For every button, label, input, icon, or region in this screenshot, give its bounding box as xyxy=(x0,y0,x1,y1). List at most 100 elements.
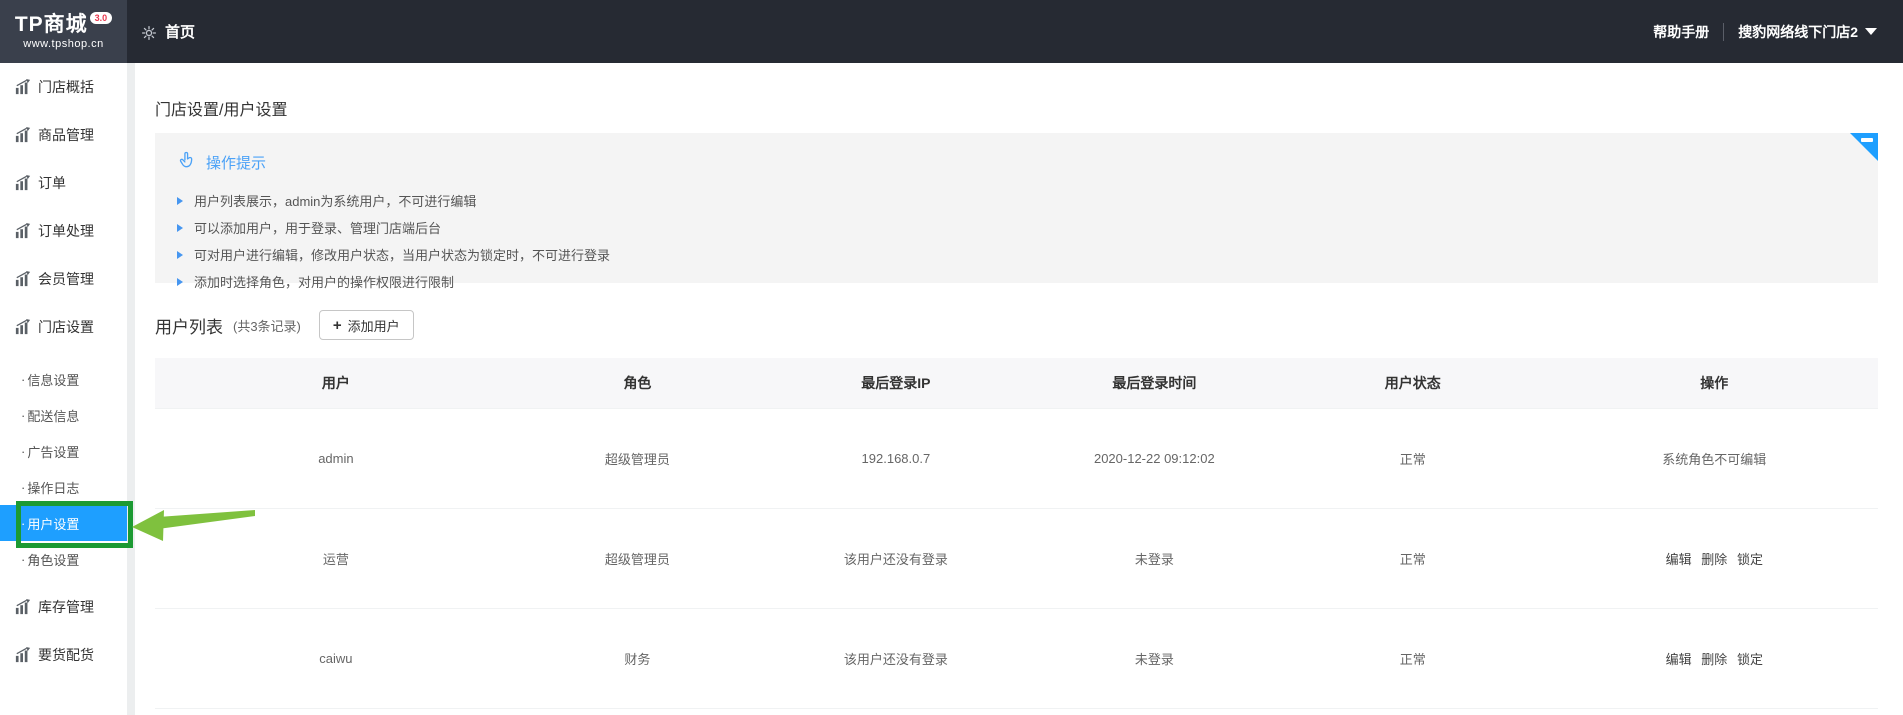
col-header-last-time: 最后登录时间 xyxy=(1033,358,1275,408)
sidebar-item-label: 配送信息 xyxy=(27,408,80,424)
sidebar-item-label: 订单 xyxy=(38,175,66,191)
triangle-bullet-icon xyxy=(177,250,183,259)
bullet-dot: · xyxy=(21,515,26,531)
tip-item: 添加时选择角色，对用户的操作权限进行限制 xyxy=(177,268,1878,295)
sidebar-item-store-overview[interactable]: 门店概括 xyxy=(0,63,127,111)
tip-item: 可以添加用户，用于登录、管理门店端后台 xyxy=(177,214,1878,241)
plus-icon: + xyxy=(332,316,342,334)
user-table: 用户 角色 最后登录IP 最后登录时间 用户状态 操作 admin 超级管理员 … xyxy=(155,358,1878,709)
sidebar-item-order-processing[interactable]: 订单处理 xyxy=(0,207,127,255)
sidebar-item-label: 门店设置 xyxy=(38,319,94,335)
store-name: 搜豹网络线下门店2 xyxy=(1738,23,1858,40)
sidebar: 门店概括 商品管理 订单 订单处理 会员管理 门店设置 · 信息设置 · 配送信… xyxy=(0,63,127,715)
app-window: TP商城 3.0 www.tpshop.cn 首页 帮助手册 搜豹网络线下门店2 xyxy=(0,0,1903,715)
sidebar-item-label: 门店概括 xyxy=(38,79,94,95)
sidebar-item-label: 库存管理 xyxy=(38,599,94,615)
sidebar-item-label: 信息设置 xyxy=(27,372,80,388)
chevron-down-icon xyxy=(1865,28,1877,35)
tip-item: 可对用户进行编辑，修改用户状态，当用户状态为锁定时，不可进行登录 xyxy=(177,241,1878,268)
cell-status: 正常 xyxy=(1274,407,1551,509)
table-row: admin 超级管理员 192.168.0.7 2020-12-22 09:12… xyxy=(155,407,1878,509)
gear-icon xyxy=(141,24,157,40)
chart-icon xyxy=(15,223,31,239)
navbar-divider xyxy=(1723,22,1725,41)
system-role-note: 系统角色不可编辑 xyxy=(1662,451,1767,467)
chart-icon xyxy=(15,79,31,95)
sidebar-item-operation-log[interactable]: · 操作日志 xyxy=(0,469,127,505)
sidebar-item-member-management[interactable]: 会员管理 xyxy=(0,255,127,303)
edit-link[interactable]: 编辑 xyxy=(1666,552,1692,567)
tip-text: 添加时选择角色，对用户的操作权限进行限制 xyxy=(194,275,455,290)
cell-last-time: 未登录 xyxy=(1033,607,1275,709)
sidebar-item-label: 角色设置 xyxy=(27,552,80,568)
sidebar-item-user-settings[interactable]: · 用户设置 xyxy=(0,505,127,541)
add-user-button[interactable]: + 添加用户 xyxy=(318,310,414,340)
cell-role: 超级管理员 xyxy=(516,407,759,509)
version-badge: 3.0 xyxy=(89,11,113,24)
cell-last-ip: 该用户还没有登录 xyxy=(758,607,1034,709)
sidebar-item-orders[interactable]: 订单 xyxy=(0,159,127,207)
sidebar-gutter xyxy=(127,63,135,715)
cell-user: 运营 xyxy=(155,507,517,609)
logo-title: TP商城 xyxy=(14,12,88,36)
sidebar-item-role-settings[interactable]: · 角色设置 xyxy=(0,541,127,577)
cell-role: 财务 xyxy=(516,607,759,709)
table-row: 运营 超级管理员 该用户还没有登录 未登录 正常 编辑 删除 锁定 xyxy=(155,507,1878,609)
tip-text: 用户列表展示，admin为系统用户，不可进行编辑 xyxy=(194,194,477,209)
cell-status: 正常 xyxy=(1274,507,1551,609)
sidebar-item-label: 广告设置 xyxy=(27,444,80,460)
sidebar-item-label: 会员管理 xyxy=(38,271,94,287)
home-nav-item[interactable]: 首页 xyxy=(141,21,195,42)
help-manual-link[interactable]: 帮助手册 xyxy=(1653,22,1709,42)
collapse-dash-icon[interactable] xyxy=(1861,138,1873,142)
top-navbar: TP商城 3.0 www.tpshop.cn 首页 帮助手册 搜豹网络线下门店2 xyxy=(0,0,1903,63)
lock-link[interactable]: 锁定 xyxy=(1737,652,1763,667)
triangle-bullet-icon xyxy=(177,196,183,205)
col-header-user: 用户 xyxy=(155,358,517,408)
sidebar-item-label: 订单处理 xyxy=(38,223,94,239)
logo[interactable]: TP商城 3.0 www.tpshop.cn xyxy=(0,0,127,63)
sidebar-item-label: 商品管理 xyxy=(38,127,94,143)
chart-icon xyxy=(15,647,31,663)
cell-last-ip: 该用户还没有登录 xyxy=(758,507,1034,609)
sidebar-item-goods-management[interactable]: 商品管理 xyxy=(0,111,127,159)
tip-text: 可以添加用户，用于登录、管理门店端后台 xyxy=(194,221,442,236)
add-user-label: 添加用户 xyxy=(347,318,400,334)
col-header-actions: 操作 xyxy=(1550,358,1878,408)
cell-user: admin xyxy=(155,407,517,509)
cell-status: 正常 xyxy=(1274,607,1551,709)
sidebar-item-goods-request[interactable]: 要货配货 xyxy=(0,631,127,679)
hand-pointer-icon xyxy=(177,150,197,174)
cell-role: 超级管理员 xyxy=(516,507,759,609)
bullet-dot: · xyxy=(21,479,26,495)
sidebar-item-store-settings[interactable]: 门店设置 xyxy=(0,303,127,351)
tip-item: 用户列表展示，admin为系统用户，不可进行编辑 xyxy=(177,187,1878,214)
sidebar-item-inventory-management[interactable]: 库存管理 xyxy=(0,583,127,631)
store-account-dropdown[interactable]: 搜豹网络线下门店2 xyxy=(1738,22,1877,42)
table-header-row: 用户 角色 最后登录IP 最后登录时间 用户状态 操作 xyxy=(155,358,1878,408)
col-header-role: 角色 xyxy=(516,358,759,408)
cell-last-time: 未登录 xyxy=(1033,507,1275,609)
user-list-title: 用户列表 xyxy=(155,317,223,337)
chart-icon xyxy=(15,599,31,615)
edit-link[interactable]: 编辑 xyxy=(1666,652,1692,667)
tip-text: 可对用户进行编辑，修改用户状态，当用户状态为锁定时，不可进行登录 xyxy=(194,248,611,263)
bullet-dot: · xyxy=(21,551,26,567)
logo-subtitle: www.tpshop.cn xyxy=(23,37,104,50)
triangle-bullet-icon xyxy=(177,223,183,232)
lock-link[interactable]: 锁定 xyxy=(1737,552,1763,567)
bullet-dot: · xyxy=(21,407,26,423)
sidebar-item-info-settings[interactable]: · 信息设置 xyxy=(0,361,127,397)
cell-last-ip: 192.168.0.7 xyxy=(758,407,1034,509)
chart-icon xyxy=(15,271,31,287)
delete-link[interactable]: 删除 xyxy=(1701,652,1727,667)
tips-panel: 操作提示 用户列表展示，admin为系统用户，不可进行编辑 可以添加用户，用于登… xyxy=(155,133,1878,290)
sidebar-item-ad-settings[interactable]: · 广告设置 xyxy=(0,433,127,469)
sidebar-item-label: 用户设置 xyxy=(27,516,80,532)
record-count: (共3条记录) xyxy=(233,318,301,334)
delete-link[interactable]: 删除 xyxy=(1701,552,1727,567)
cell-last-time: 2020-12-22 09:12:02 xyxy=(1033,407,1275,509)
sidebar-item-delivery-info[interactable]: · 配送信息 xyxy=(0,397,127,433)
col-header-status: 用户状态 xyxy=(1274,358,1551,408)
tips-title: 操作提示 xyxy=(206,154,267,172)
